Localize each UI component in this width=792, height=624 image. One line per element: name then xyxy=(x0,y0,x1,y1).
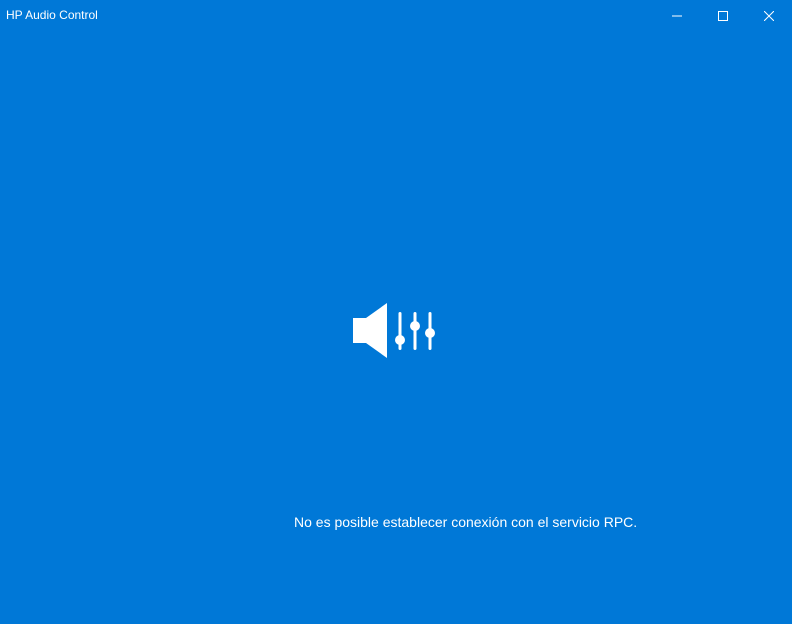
close-icon xyxy=(764,10,774,21)
maximize-icon xyxy=(718,10,728,21)
error-message: No es posible establecer conexión con el… xyxy=(294,514,638,530)
close-button[interactable] xyxy=(746,0,792,31)
minimize-icon xyxy=(672,15,682,16)
speaker-equalizer-icon xyxy=(353,303,435,358)
window-title: HP Audio Control xyxy=(6,8,98,22)
minimize-button[interactable] xyxy=(654,0,700,31)
maximize-button[interactable] xyxy=(700,0,746,31)
window-controls xyxy=(654,0,792,31)
title-bar[interactable]: HP Audio Control xyxy=(0,0,792,31)
app-window: HP Audio Control No es posible establece… xyxy=(0,0,792,624)
